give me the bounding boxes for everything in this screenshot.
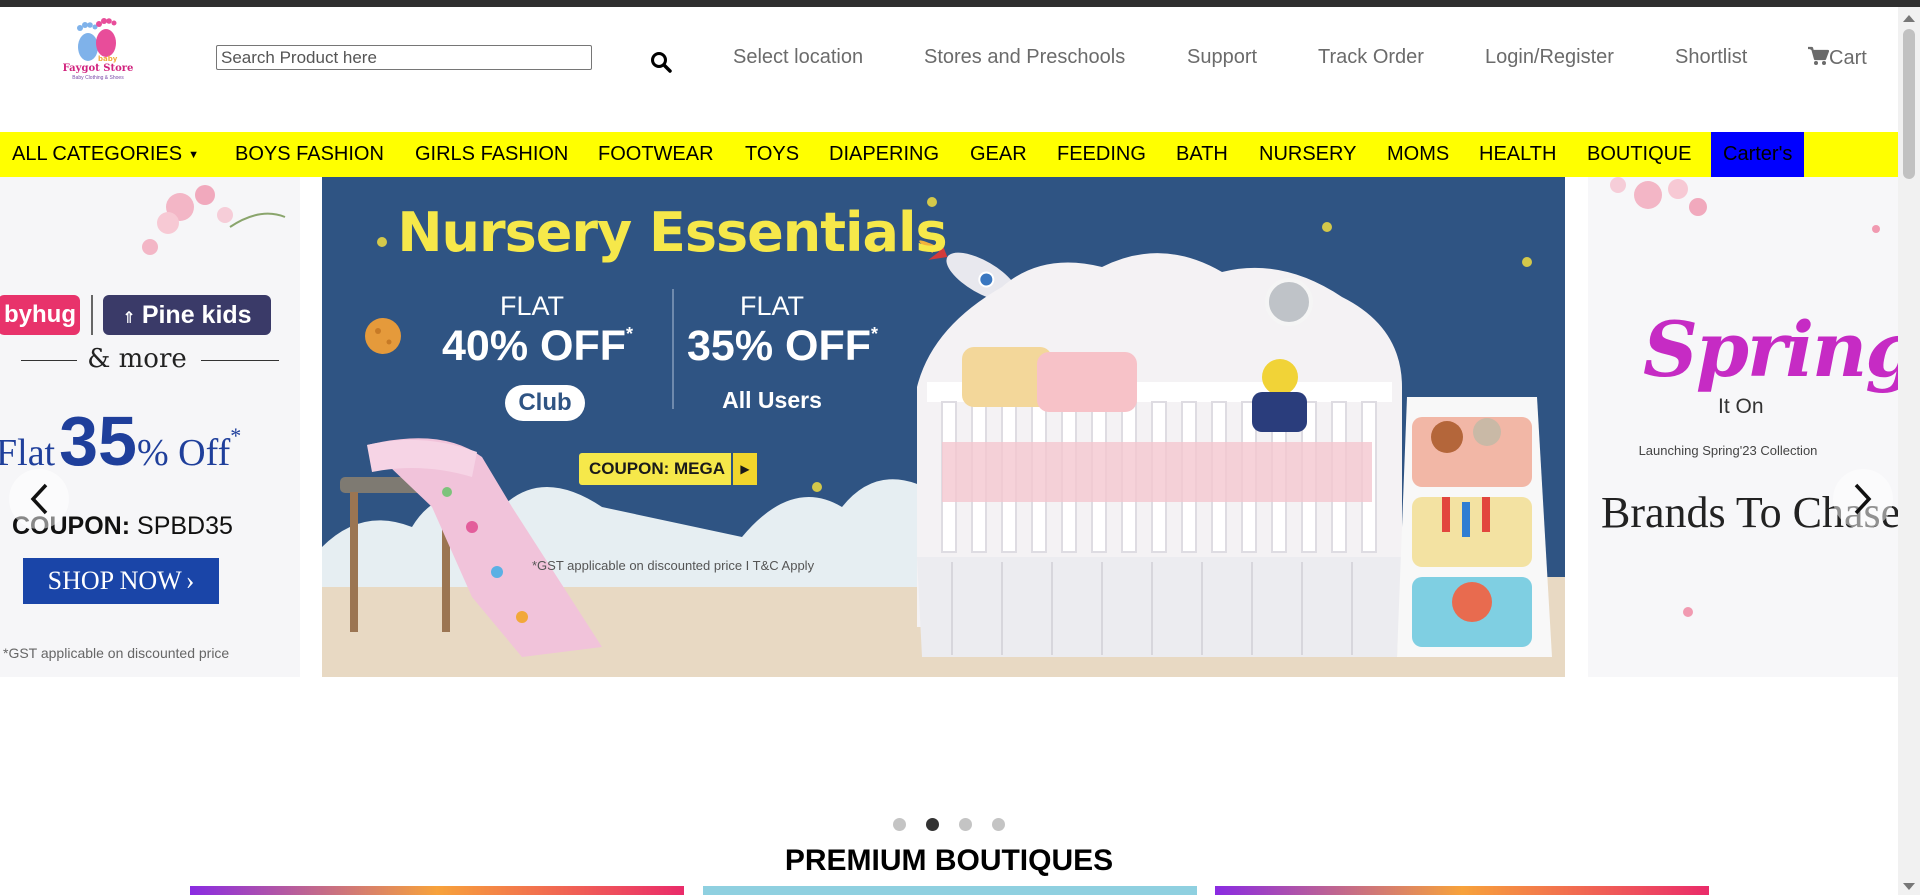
all-users-label: All Users [722, 387, 822, 413]
search-icon [651, 52, 672, 73]
support-link[interactable]: Support [1187, 46, 1257, 69]
cart-link[interactable]: Cart [1807, 46, 1867, 70]
chevron-right-icon [1854, 483, 1872, 515]
store-logo[interactable]: baby Faygot Store Baby Clothing & Shoes [58, 13, 138, 91]
all-categories-label: ALL CATEGORIES [12, 143, 183, 165]
logo-text: Faygot Store [62, 63, 134, 74]
nursery-essentials-title: Nursery Essentials [397, 201, 947, 264]
page-scrollbar[interactable] [1898, 7, 1920, 895]
flat-label-club: FLAT [499, 291, 564, 321]
category-footwear[interactable]: FOOTWEAR [598, 132, 714, 177]
chevron-right-icon: › [185, 566, 195, 595]
pine-tree-icon: ⇑ [122, 310, 136, 327]
gst-note-left: *GST applicable on discounted price [3, 645, 230, 661]
category-nursery[interactable]: NURSERY [1259, 132, 1356, 177]
brand-pinekids-badge: ⇑ Pine kids [103, 295, 271, 335]
hero-carousel: byhug ⇑ Pine kids & more Flat 35% Off* CO… [0, 177, 1898, 677]
spring-title: Spring [1643, 305, 1898, 394]
slide-right-preview[interactable]: Spring It On Launching Spring'23 Collect… [1588, 177, 1898, 677]
scrollbar-thumb[interactable] [1903, 29, 1915, 179]
site-header: baby Faygot Store Baby Clothing & Shoes … [0, 7, 1898, 132]
boutique-card-1[interactable] [190, 886, 684, 895]
search-input[interactable] [216, 45, 592, 70]
shop-now-button[interactable]: SHOP NOW › [23, 558, 219, 604]
category-boys-fashion[interactable]: BOYS FASHION [235, 132, 384, 177]
category-moms[interactable]: MOMS [1387, 132, 1449, 177]
flat-value: 35 [59, 402, 137, 480]
search-button[interactable] [650, 51, 674, 75]
baby-feet-icon: baby [77, 18, 118, 63]
carousel-dot-2[interactable] [926, 818, 939, 831]
all-users-off-star: * [871, 324, 879, 344]
category-diapering[interactable]: DIAPERING [829, 132, 939, 177]
category-gear[interactable]: GEAR [970, 132, 1027, 177]
login-register-link[interactable]: Login/Register [1485, 46, 1614, 69]
gst-note-main: *GST applicable on discounted price I T&… [532, 558, 815, 573]
shop-now-label: SHOP NOW [47, 566, 182, 595]
stores-preschools-link[interactable]: Stores and Preschools [924, 46, 1125, 69]
coupon-code: SPBD35 [137, 512, 233, 540]
flat-label-all: FLAT [739, 291, 804, 321]
select-location-link[interactable]: Select location [733, 46, 863, 69]
flat-prefix: Flat [0, 432, 56, 474]
track-order-link[interactable]: Track Order [1318, 46, 1424, 69]
carousel-indicators [893, 818, 1005, 831]
slide-left-preview[interactable]: byhug ⇑ Pine kids & more Flat 35% Off* CO… [0, 177, 300, 677]
shortlist-link[interactable]: Shortlist [1675, 46, 1747, 69]
logo-tagline: Baby Clothing & Shoes [72, 75, 124, 81]
brand-divider [91, 295, 93, 335]
chevron-left-icon [30, 483, 48, 515]
flower-decoration [142, 185, 286, 255]
all-categories-dropdown[interactable]: ALL CATEGORIES ▼ [12, 132, 199, 177]
category-carters[interactable]: Carter's [1711, 132, 1805, 177]
club-off-value: 40% OFF [442, 322, 626, 370]
cart-icon [1808, 46, 1830, 65]
category-bar: ALL CATEGORIES ▼ BOYS FASHION GIRLS FASHI… [0, 132, 1898, 177]
all-users-off-text: 35% OFF* [687, 322, 878, 371]
carousel-prev-button[interactable] [9, 469, 69, 529]
and-more-label: & more [87, 344, 187, 374]
flat-star: * [230, 423, 242, 448]
play-arrow-icon: ▶ [731, 453, 757, 485]
caret-down-icon: ▼ [188, 149, 199, 161]
spring-launching-text: Launching Spring'23 Collection [1638, 443, 1818, 458]
slide-main-nursery[interactable]: Nursery Essentials FLAT 40% OFF* Club FL… [322, 177, 1565, 677]
spring-decoration [1610, 177, 1880, 617]
mega-coupon-label: COUPON: MEGA [589, 459, 725, 478]
and-more-text: & more [0, 344, 300, 374]
carousel-dot-1[interactable] [893, 818, 906, 831]
category-girls-fashion[interactable]: GIRLS FASHION [415, 132, 568, 177]
premium-boutiques-heading: PREMIUM BOUTIQUES [784, 844, 1114, 877]
category-feeding[interactable]: FEEDING [1057, 132, 1146, 177]
category-toys[interactable]: TOYS [745, 132, 799, 177]
scroll-down-arrow-icon[interactable] [1903, 883, 1915, 890]
svg-text:baby: baby [98, 55, 118, 63]
boutique-card-2[interactable] [703, 886, 1197, 895]
scroll-up-arrow-icon[interactable] [1903, 15, 1915, 22]
carousel-next-button[interactable] [1833, 469, 1893, 529]
all-users-off-value: 35% OFF [687, 322, 871, 370]
club-off-text: 40% OFF* [442, 322, 633, 371]
carousel-dot-4[interactable] [992, 818, 1005, 831]
cart-label: Cart [1829, 47, 1867, 69]
flat-suffix: % Off [137, 432, 231, 474]
category-health[interactable]: HEALTH [1479, 132, 1556, 177]
brand-pinekids-label: Pine kids [141, 301, 252, 329]
spring-it-on: It On [1718, 395, 1764, 418]
carousel-dot-3[interactable] [959, 818, 972, 831]
category-bath[interactable]: BATH [1176, 132, 1228, 177]
boutique-card-3[interactable] [1215, 886, 1709, 895]
club-badge: Club [505, 385, 585, 421]
club-off-star: * [626, 324, 634, 344]
brand-babyhug-badge: byhug [0, 295, 80, 335]
mega-coupon-badge[interactable]: COUPON: MEGA ▶ [579, 453, 757, 485]
browser-top-strip [0, 0, 1920, 7]
category-boutique[interactable]: BOUTIQUE [1587, 132, 1691, 177]
